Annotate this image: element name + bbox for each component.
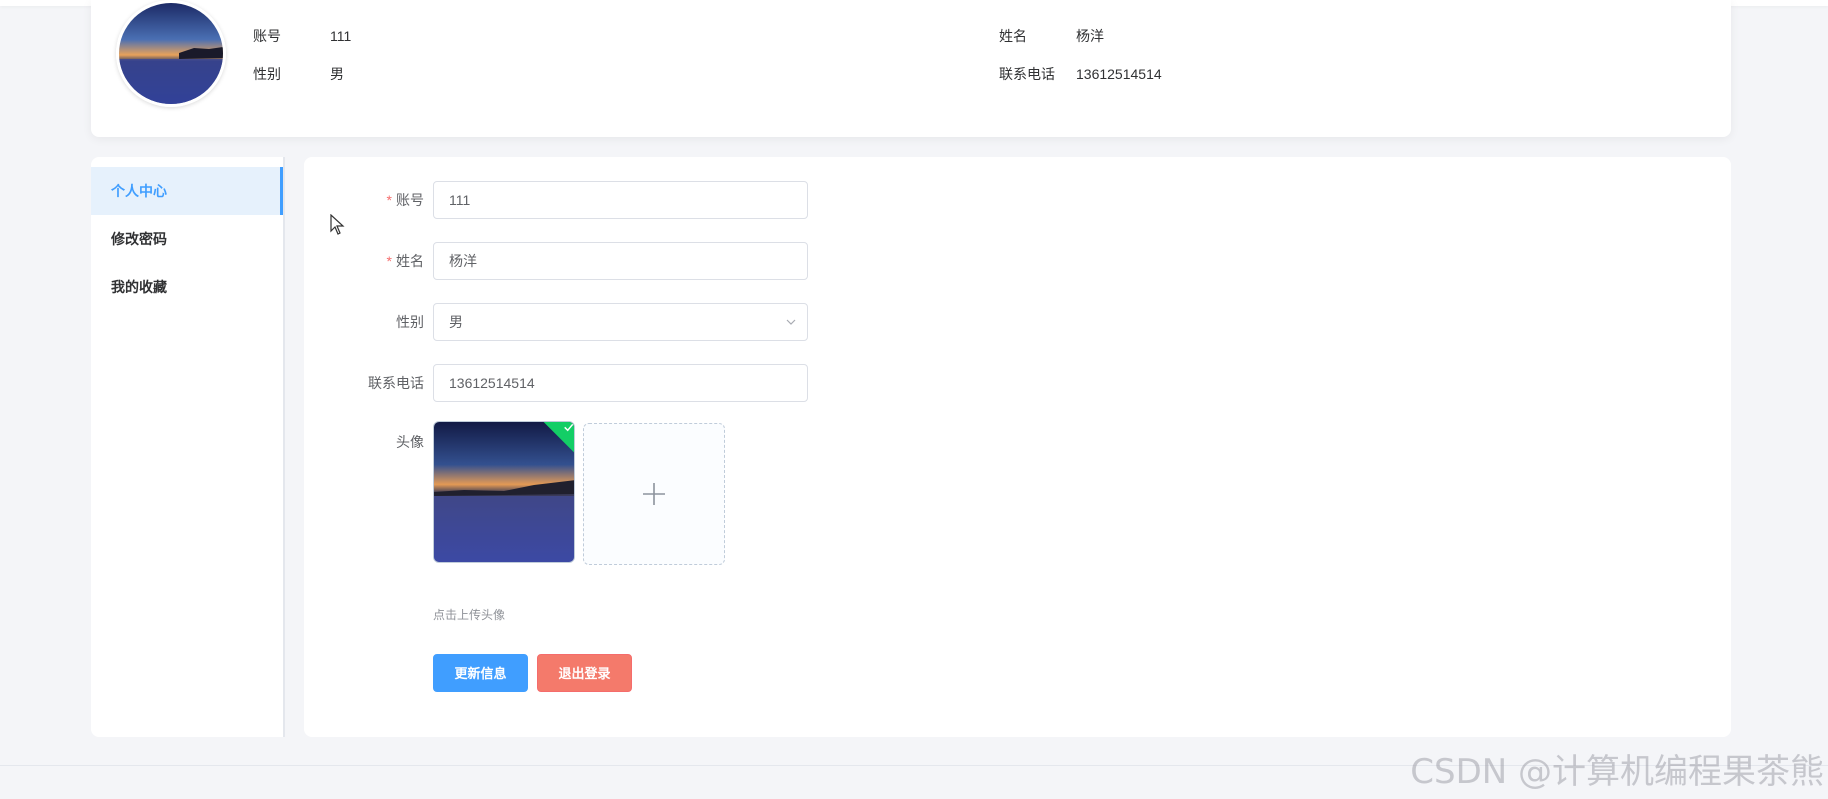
required-mark: * bbox=[386, 253, 392, 269]
uploaded-avatar-thumbnail[interactable] bbox=[433, 421, 575, 563]
gender-field-label: 性别 bbox=[396, 314, 424, 330]
phone-field-label: 联系电话 bbox=[368, 375, 424, 391]
profile-account-value: 111 bbox=[330, 28, 352, 44]
profile-account-label: 账号 bbox=[253, 28, 281, 44]
name-field-label: * 姓名 bbox=[304, 242, 424, 280]
gender-select[interactable]: 男 bbox=[433, 303, 808, 341]
watermark-text: CSDN @计算机编程果茶熊 bbox=[1410, 752, 1824, 792]
phone-input[interactable] bbox=[433, 364, 808, 402]
avatar-landscape-image bbox=[119, 3, 223, 104]
profile-gender-value: 男 bbox=[330, 66, 344, 82]
profile-avatar bbox=[116, 0, 226, 107]
menu-item-personal-center[interactable]: 个人中心 bbox=[91, 167, 283, 215]
profile-form-card: *账号 *姓名 性别 男 联系电话 头像 bbox=[304, 157, 1731, 737]
update-info-button[interactable]: 更新信息 bbox=[433, 654, 528, 692]
account-label-text: 账号 bbox=[396, 192, 424, 208]
account-input[interactable] bbox=[433, 181, 808, 219]
avatar-upload-button[interactable] bbox=[583, 423, 725, 565]
profile-phone-value: 13612514514 bbox=[1076, 66, 1162, 82]
plus-icon bbox=[643, 483, 665, 505]
uploaded-landscape-image bbox=[434, 422, 574, 562]
check-icon bbox=[564, 423, 574, 432]
menu-item-change-password[interactable]: 修改密码 bbox=[91, 215, 283, 263]
profile-name-value: 杨洋 bbox=[1076, 28, 1104, 44]
required-mark: * bbox=[386, 192, 392, 208]
avatar-field-label: 头像 bbox=[396, 434, 424, 450]
profile-summary-card: 账号 111 姓名 杨洋 性别 男 联系电话 13612514514 bbox=[91, 0, 1731, 137]
side-menu: 个人中心 修改密码 我的收藏 bbox=[91, 157, 285, 737]
logout-button[interactable]: 退出登录 bbox=[537, 654, 632, 692]
profile-gender-label: 性别 bbox=[253, 66, 281, 82]
page: 账号 111 姓名 杨洋 性别 男 联系电话 13612514514 个人中心 … bbox=[0, 0, 1828, 799]
profile-name-label: 姓名 bbox=[999, 28, 1027, 44]
mouse-cursor-icon bbox=[330, 214, 345, 235]
upload-avatar-tip: 点击上传头像 bbox=[433, 608, 506, 622]
name-label-text: 姓名 bbox=[396, 253, 424, 269]
profile-phone-label: 联系电话 bbox=[999, 66, 1055, 82]
name-input[interactable] bbox=[433, 242, 808, 280]
account-field-label: * 账号 bbox=[304, 181, 424, 219]
chevron-down-icon bbox=[785, 304, 797, 340]
menu-item-my-favorites[interactable]: 我的收藏 bbox=[91, 263, 283, 311]
gender-select-value: 男 bbox=[449, 314, 463, 330]
